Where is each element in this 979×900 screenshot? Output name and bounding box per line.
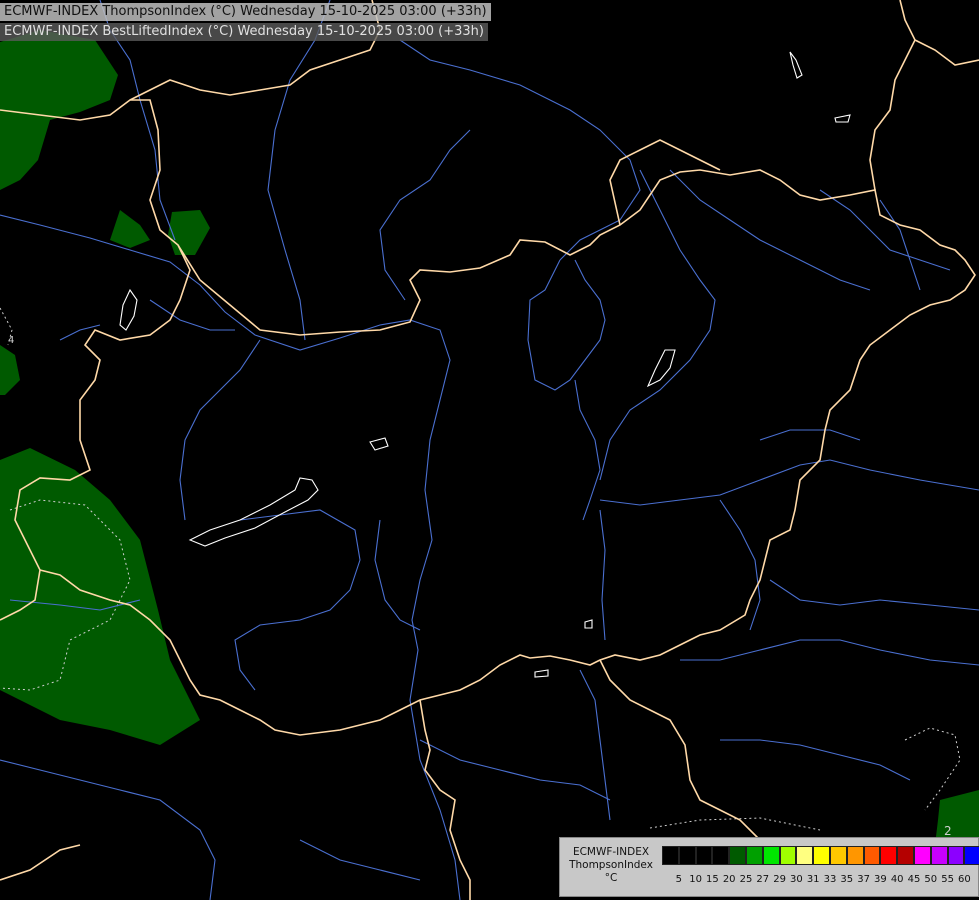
legend-swatches xyxy=(662,846,979,867)
legend-swatch xyxy=(762,846,780,865)
legend-swatch xyxy=(662,846,679,865)
legend-model: ECMWF-INDEX xyxy=(572,846,650,858)
legend-swatch xyxy=(813,846,830,865)
legend-swatch xyxy=(695,846,713,865)
legend-swatch xyxy=(678,846,696,865)
legend-tick-label: 37 xyxy=(857,874,870,885)
legend-swatch xyxy=(863,846,881,865)
legend-swatch xyxy=(964,846,979,865)
legend-unit: °C xyxy=(604,872,618,884)
legend-swatch xyxy=(729,846,746,865)
legend-swatch xyxy=(947,846,965,865)
legend-swatch xyxy=(779,846,797,865)
legend-tick-label: 40 xyxy=(890,874,904,885)
legend-ticks: 5 10 15 20 25 27 29 30 31 33 35 37 39 40 45 50 55 60 xyxy=(662,874,979,888)
legend-tick-label: 39 xyxy=(874,874,887,885)
legend-swatch xyxy=(913,846,931,865)
legend-swatch xyxy=(829,846,847,865)
legend-title: ECMWF-INDEX ThompsonIndex °C xyxy=(564,846,658,885)
header-best-lifted-index: ECMWF-INDEX BestLiftedIndex (°C) Wednesd… xyxy=(0,23,488,41)
legend-tick-label: 15 xyxy=(706,874,719,885)
legend-swatch xyxy=(712,846,730,865)
contour-label-right: 2 xyxy=(944,824,952,838)
map-canvas: 4 2 xyxy=(0,0,979,900)
legend-swatch xyxy=(796,846,814,865)
legend-tick-label: 60 xyxy=(958,874,971,885)
legend-swatch xyxy=(930,846,948,865)
legend-tick-label: 45 xyxy=(907,874,921,885)
legend-swatch xyxy=(880,846,898,865)
contour-label-left: 4 xyxy=(8,335,14,346)
legend-tick-label: 27 xyxy=(756,874,770,885)
legend-tick-label: 25 xyxy=(739,874,753,885)
legend-tick-label: 55 xyxy=(941,874,954,885)
legend-tick-label: 30 xyxy=(790,874,803,885)
legend-swatch xyxy=(745,846,763,865)
color-legend: ECMWF-INDEX ThompsonIndex °C 5 10 15 20 25 27… xyxy=(559,837,979,897)
legend-swatch xyxy=(897,846,914,865)
header-thompson-index: ECMWF-INDEX ThompsonIndex (°C) Wednesday… xyxy=(0,3,491,21)
legend-tick-label: 20 xyxy=(722,874,736,885)
legend-tick-label: 5 xyxy=(675,874,682,885)
legend-tick-label: 31 xyxy=(806,874,820,885)
legend-tick-label: 10 xyxy=(689,874,702,885)
legend-swatch xyxy=(846,846,864,865)
legend-parameter: ThompsonIndex xyxy=(569,859,653,871)
legend-tick-label: 35 xyxy=(840,874,854,885)
legend-tick-label: 33 xyxy=(823,874,837,885)
legend-tick-label: 29 xyxy=(773,874,786,885)
legend-tick-label: 50 xyxy=(924,874,938,885)
